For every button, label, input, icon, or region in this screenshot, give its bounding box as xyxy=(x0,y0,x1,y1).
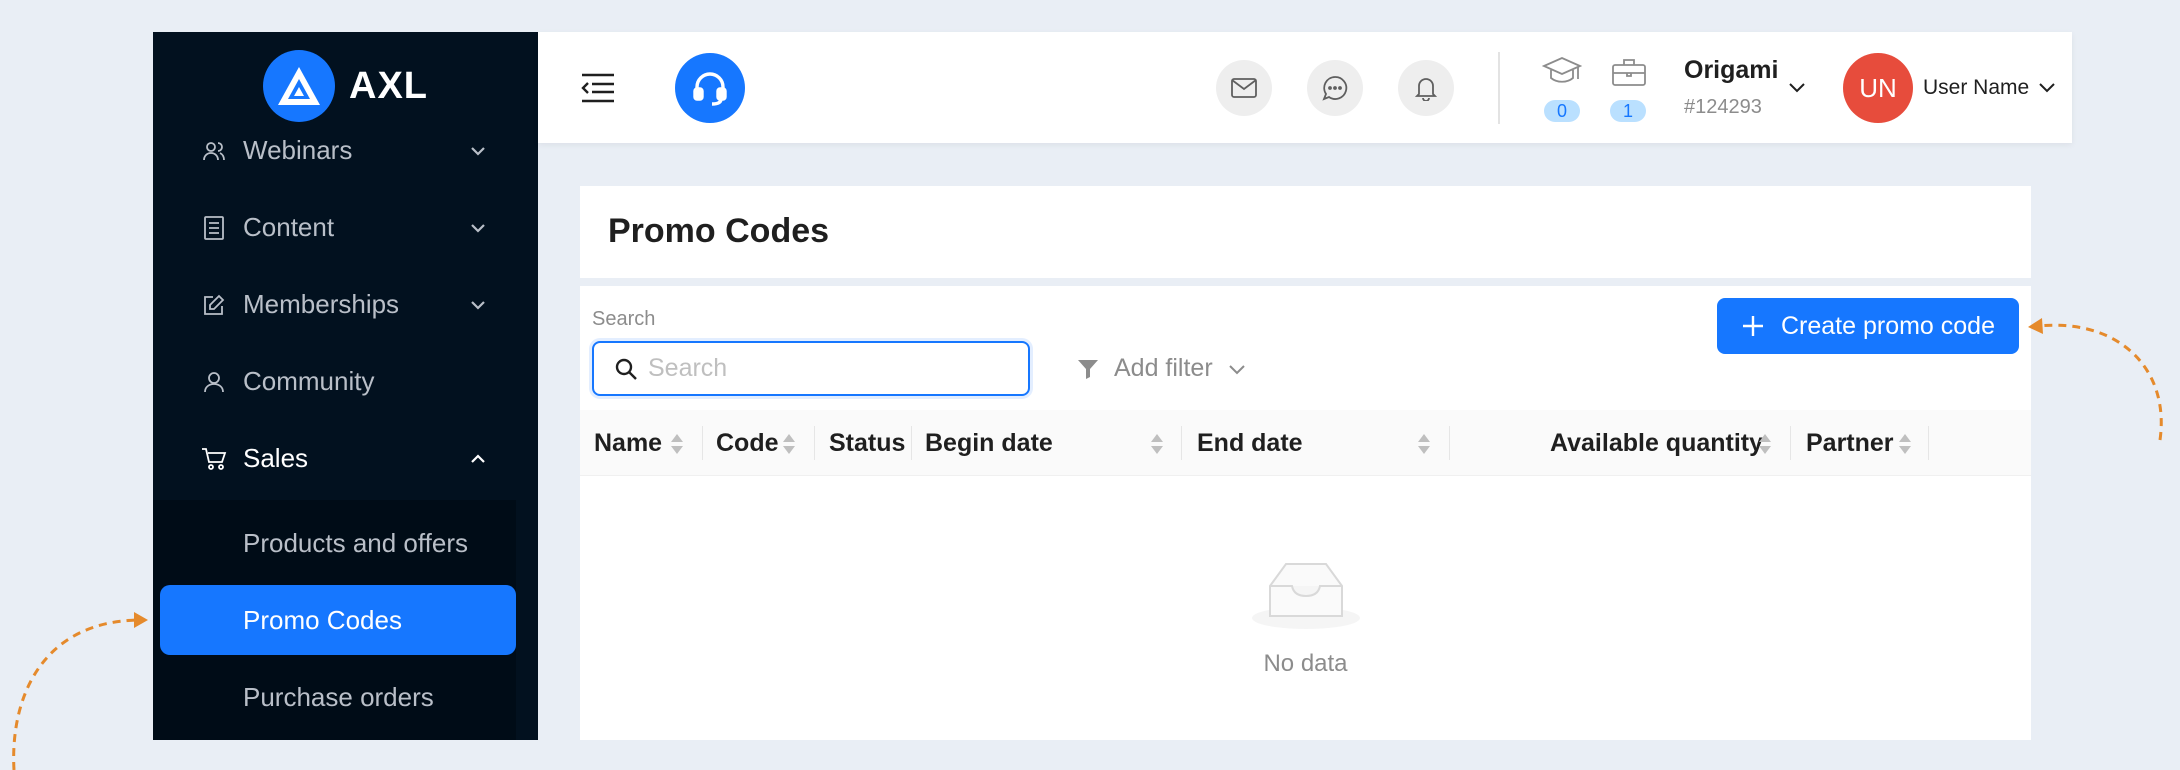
column-header-end-date[interactable]: End date xyxy=(1197,410,1303,476)
jobs-button[interactable] xyxy=(1609,54,1649,90)
column-separator xyxy=(1449,426,1450,460)
sidebar-item-products-and-offers[interactable]: Products and offers xyxy=(160,508,516,578)
sort-icon[interactable] xyxy=(1417,432,1431,456)
chevron-down-icon xyxy=(471,300,485,310)
sidebar-item-memberships[interactable]: Memberships xyxy=(153,266,538,343)
sidebar-item-content[interactable]: Content xyxy=(153,189,538,266)
courses-button[interactable] xyxy=(1542,54,1582,90)
organization-name[interactable]: Origami xyxy=(1684,56,1778,85)
user-avatar[interactable]: UN xyxy=(1843,53,1913,123)
sort-icon[interactable] xyxy=(1758,432,1772,456)
mail-icon xyxy=(1231,78,1257,98)
chevron-down-icon xyxy=(471,223,485,233)
sidebar-item-sales[interactable]: Sales xyxy=(153,420,538,497)
organization-id: #124293 xyxy=(1684,96,1762,118)
sidebar-item-label: Content xyxy=(243,212,335,242)
courses-count-badge: 0 xyxy=(1544,100,1580,122)
column-header-status: Status xyxy=(829,410,905,476)
column-separator xyxy=(1928,426,1929,460)
column-header-name[interactable]: Name xyxy=(594,410,662,476)
notifications-button[interactable] xyxy=(1398,60,1454,116)
column-header-partner[interactable]: Partner xyxy=(1806,410,1894,476)
sidebar-item-label: Community xyxy=(243,366,375,396)
support-button[interactable] xyxy=(675,53,745,123)
briefcase-icon xyxy=(1612,59,1646,86)
annotation-arrow-create-button xyxy=(2028,318,2163,441)
page-title-card: Promo Codes xyxy=(580,186,2031,278)
sidebar-item-promo-codes[interactable]: Promo Codes xyxy=(160,585,516,655)
top-header: 0 1 Origami #124293 UN User Name xyxy=(538,32,2072,143)
column-separator xyxy=(1790,426,1791,460)
sidebar: AXL Webinars Content Memberships Communi… xyxy=(153,32,538,740)
search-label: Search xyxy=(592,308,656,330)
webinar-icon xyxy=(201,138,227,164)
annotation-arrow-promo-codes xyxy=(12,612,148,770)
cart-icon xyxy=(201,446,227,472)
menu-collapse-icon[interactable] xyxy=(580,72,616,104)
add-filter-button[interactable]: Add filter xyxy=(1076,354,1247,383)
empty-inbox-icon xyxy=(1252,563,1360,629)
sidebar-item-purchase-orders[interactable]: Purchase orders xyxy=(160,662,516,732)
column-label: Status xyxy=(829,428,906,457)
sidebar-item-label: Promo Codes xyxy=(243,604,402,635)
column-label: Code xyxy=(716,428,779,457)
sidebar-item-label: Sales xyxy=(243,443,309,473)
create-promo-code-label: Create promo code xyxy=(1780,311,1995,340)
column-header-code[interactable]: Code xyxy=(716,410,779,476)
sort-icon[interactable] xyxy=(1150,432,1164,456)
column-separator xyxy=(1181,426,1182,460)
chat-icon xyxy=(1322,76,1348,101)
document-icon xyxy=(201,215,227,241)
sidebar-item-label: Memberships xyxy=(243,289,400,319)
column-separator xyxy=(814,426,815,460)
sales-submenu: Products and offers Promo Codes Purchase… xyxy=(153,500,516,740)
search-field[interactable] xyxy=(592,341,1030,396)
column-label: Partner xyxy=(1806,428,1894,457)
chevron-down-icon[interactable] xyxy=(2036,76,2058,98)
sidebar-item-label: Products and offers xyxy=(243,527,468,558)
add-filter-label: Add filter xyxy=(1114,354,1213,382)
search-icon xyxy=(615,358,637,380)
user-name[interactable]: User Name xyxy=(1923,76,2029,100)
column-separator xyxy=(702,426,703,460)
messages-button[interactable] xyxy=(1216,60,1272,116)
chevron-down-icon xyxy=(471,146,485,156)
chevron-up-icon xyxy=(471,453,485,463)
promo-codes-panel: Search Add filter Create promo code Name… xyxy=(580,286,2031,740)
user-icon xyxy=(201,369,227,395)
app-name: AXL xyxy=(349,64,428,107)
headset-icon xyxy=(693,72,727,106)
column-label: End date xyxy=(1197,428,1303,457)
empty-state-text: No data xyxy=(1263,650,1348,677)
empty-state: No data xyxy=(580,476,2031,740)
column-separator xyxy=(911,426,912,460)
sidebar-item-label: Webinars xyxy=(243,135,353,165)
table-header: Name Code Status Begin date End date Ava… xyxy=(580,410,2031,476)
graduation-cap-icon xyxy=(1542,57,1582,83)
edit-icon xyxy=(201,292,227,318)
header-divider xyxy=(1498,52,1500,124)
search-input[interactable] xyxy=(648,354,1008,383)
sort-icon[interactable] xyxy=(1898,432,1912,456)
sort-icon[interactable] xyxy=(782,432,796,456)
column-label: Available quantity xyxy=(1550,428,1764,457)
sidebar-item-label: Purchase orders xyxy=(243,681,434,712)
column-header-begin-date[interactable]: Begin date xyxy=(925,410,1053,476)
page-title: Promo Codes xyxy=(608,212,830,250)
sort-icon[interactable] xyxy=(670,432,684,456)
chat-button[interactable] xyxy=(1307,60,1363,116)
column-label: Begin date xyxy=(925,428,1053,457)
sidebar-item-community[interactable]: Community xyxy=(153,343,538,420)
jobs-count-badge: 1 xyxy=(1610,100,1646,122)
column-label: Name xyxy=(594,428,663,457)
chevron-down-icon xyxy=(1228,364,1245,374)
chevron-down-icon[interactable] xyxy=(1786,76,1808,98)
filter-icon xyxy=(1078,359,1098,379)
sidebar-item-webinars[interactable]: Webinars xyxy=(153,112,538,189)
create-promo-code-button[interactable]: Create promo code xyxy=(1717,298,2019,354)
column-header-available-quantity[interactable]: Available quantity xyxy=(1550,410,1763,476)
bell-icon xyxy=(1415,78,1437,101)
plus-icon xyxy=(1742,316,1763,336)
